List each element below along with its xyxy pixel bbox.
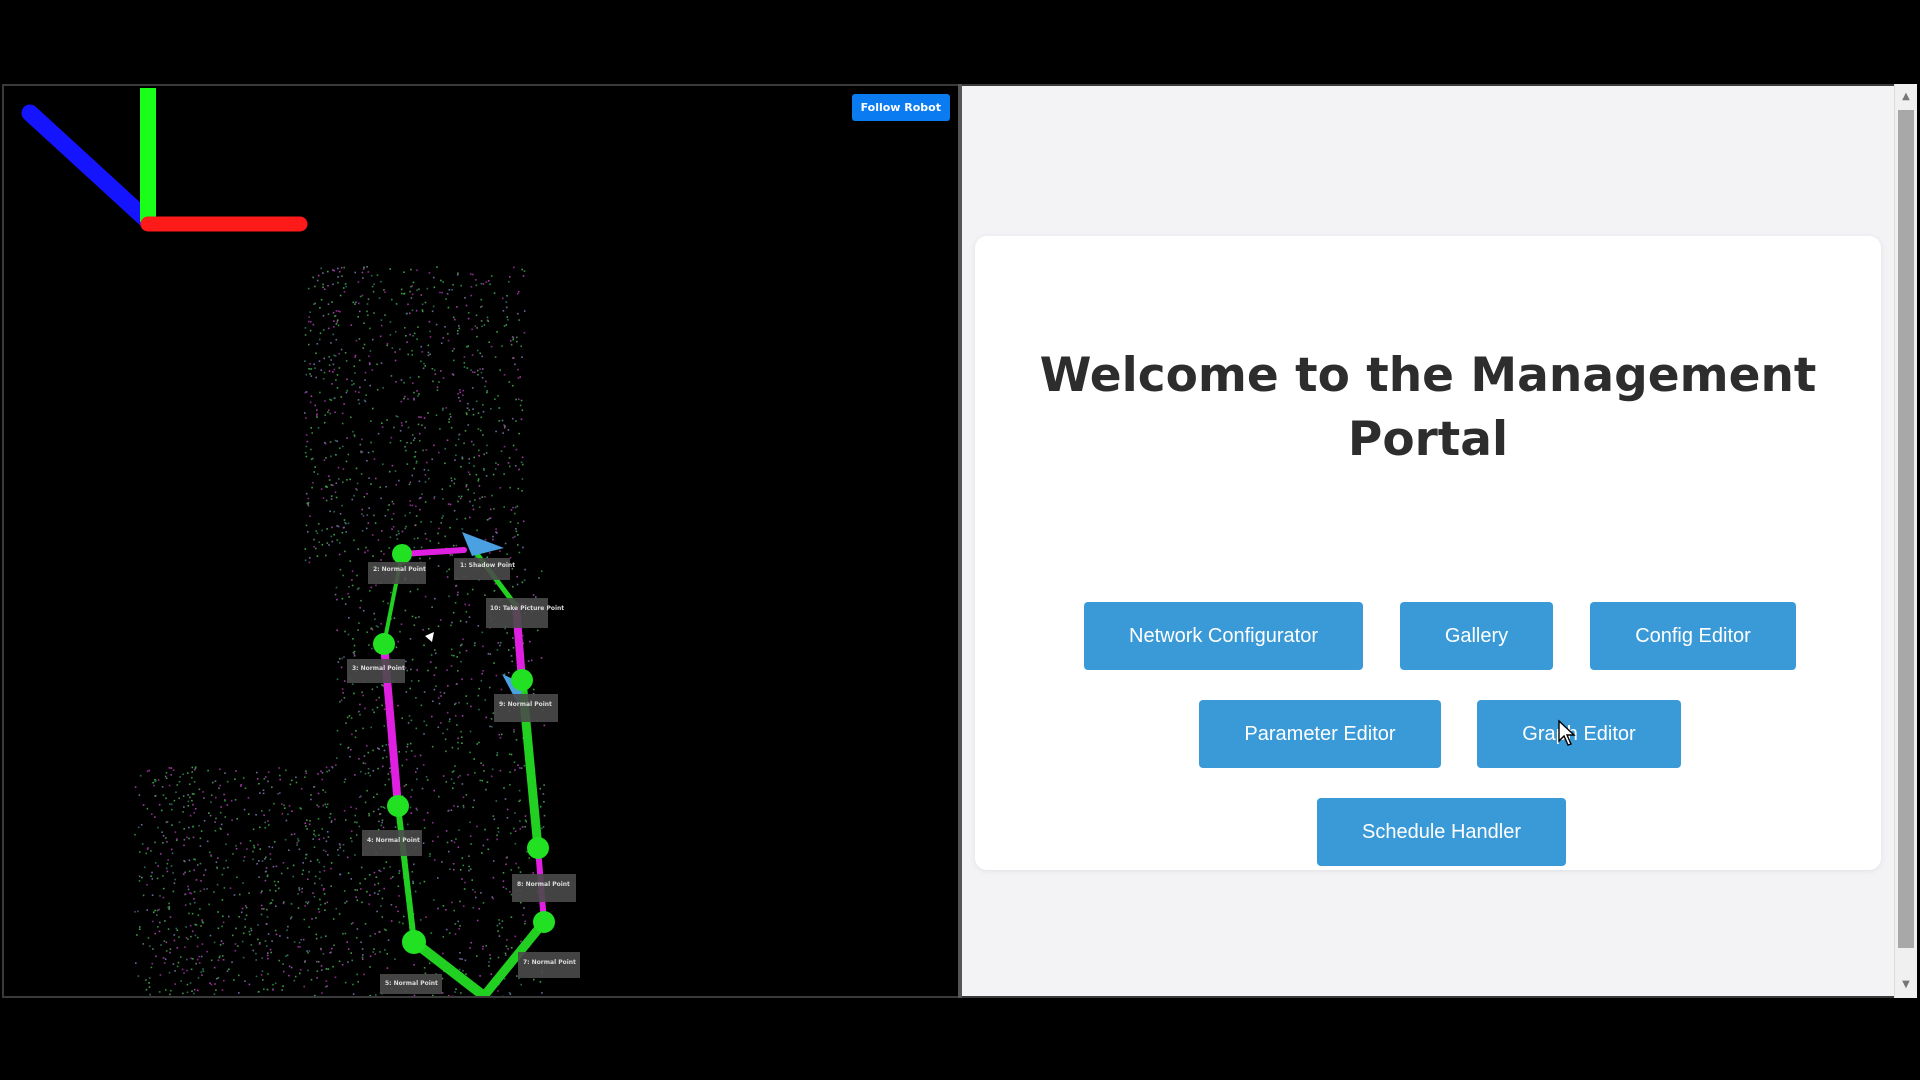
portal-card: Welcome to the Management Portal Network… — [975, 236, 1881, 870]
waypoint-node — [511, 669, 533, 691]
page-title: Welcome to the Management Portal — [1039, 348, 1817, 467]
management-portal-pane: Welcome to the Management Portal Network… — [962, 84, 1894, 998]
vertical-scrollbar[interactable]: ▲ ▼ — [1894, 84, 1917, 998]
schedule-handler-button[interactable]: Schedule Handler — [1317, 798, 1566, 866]
3d-viewer-panel[interactable]: 1: Shadow Point 2: Normal Point 3: Norma… — [2, 84, 962, 998]
waypoint-label: 3: Normal Point — [352, 665, 405, 672]
waypoint-label: 9: Normal Point — [499, 701, 552, 708]
waypoint-node — [402, 930, 426, 954]
gallery-button[interactable]: Gallery — [1400, 602, 1553, 670]
follow-robot-button[interactable]: Follow Robot — [851, 94, 950, 121]
waypoint-node — [533, 911, 555, 933]
waypoint-label: 4: Normal Point — [367, 837, 420, 844]
path-segment — [395, 803, 417, 945]
waypoint-label: 1: Shadow Point — [460, 562, 515, 569]
scroll-thumb[interactable] — [1898, 110, 1914, 948]
waypoint-label: 10: Take Picture Point — [490, 605, 564, 612]
config-editor-button[interactable]: Config Editor — [1590, 602, 1796, 670]
waypoint-node — [392, 544, 412, 564]
waypoint-label: 7: Normal Point — [523, 959, 576, 966]
desktop: 1: Shadow Point 2: Normal Point 3: Norma… — [0, 0, 1920, 1080]
point-cloud-canvas[interactable]: 1: Shadow Point 2: Normal Point 3: Norma… — [4, 86, 960, 996]
waypoint-node — [387, 795, 409, 817]
waypoint-label: 8: Normal Point — [517, 881, 570, 888]
parameter-editor-button[interactable]: Parameter Editor — [1199, 700, 1441, 768]
waypoint-label: 5: Normal Point — [385, 980, 438, 987]
point-cloud — [134, 266, 546, 996]
scroll-down-arrow-icon[interactable]: ▼ — [1895, 976, 1917, 994]
mouse-cursor-icon — [1558, 719, 1576, 746]
z-axis-line — [21, 104, 158, 231]
graph-editor-button[interactable]: Graph Editor — [1477, 700, 1681, 768]
axis-gizmo — [21, 88, 308, 232]
network-configurator-button[interactable]: Network Configurator — [1084, 602, 1363, 670]
scroll-up-arrow-icon[interactable]: ▲ — [1895, 88, 1917, 106]
robot-pose-arrow — [462, 532, 504, 556]
waypoint-node — [373, 633, 395, 655]
robot-pose-arrow — [425, 632, 434, 642]
waypoint-label: 2: Normal Point — [373, 566, 426, 573]
waypoint-node — [527, 837, 549, 859]
